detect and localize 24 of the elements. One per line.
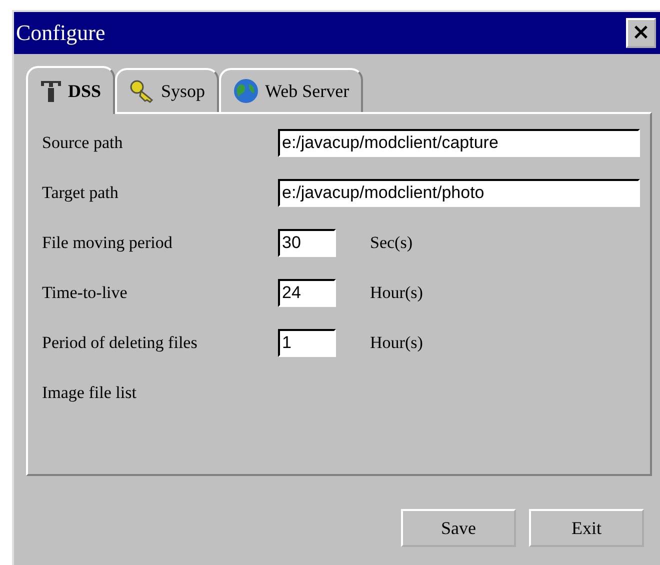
field-label: Source path [42, 133, 124, 153]
input-field[interactable]: 30 [278, 229, 336, 257]
tab[interactable]: DSS [26, 66, 116, 114]
save-button[interactable]: Save [401, 509, 516, 547]
input-field[interactable]: e:/javacup/modclient/photo [278, 179, 640, 207]
input-field[interactable]: 1 [278, 329, 336, 357]
unit-label: Hour(s) [370, 283, 423, 303]
list-label: Image file list [42, 383, 138, 403]
input-field[interactable]: e:/javacup/modclient/capture [278, 129, 640, 157]
field-label: Target path [42, 183, 120, 203]
tab[interactable]: Web Server [219, 68, 364, 112]
key-icon [129, 79, 156, 103]
input-field[interactable]: 24 [278, 279, 336, 307]
unit-label: Hour(s) [370, 333, 423, 353]
field-label: File moving period [42, 233, 174, 253]
close-button[interactable]: × [626, 18, 656, 48]
window-title: Configure [16, 20, 106, 46]
field-label: Period of deleting files [42, 333, 198, 353]
globe-icon [233, 78, 260, 104]
exit-button[interactable]: Exit [529, 509, 644, 547]
hammer-icon [40, 78, 62, 104]
tab[interactable]: Sysop [115, 68, 220, 112]
field-label: Time-to-live [42, 283, 128, 303]
unit-label: Sec(s) [370, 233, 412, 253]
